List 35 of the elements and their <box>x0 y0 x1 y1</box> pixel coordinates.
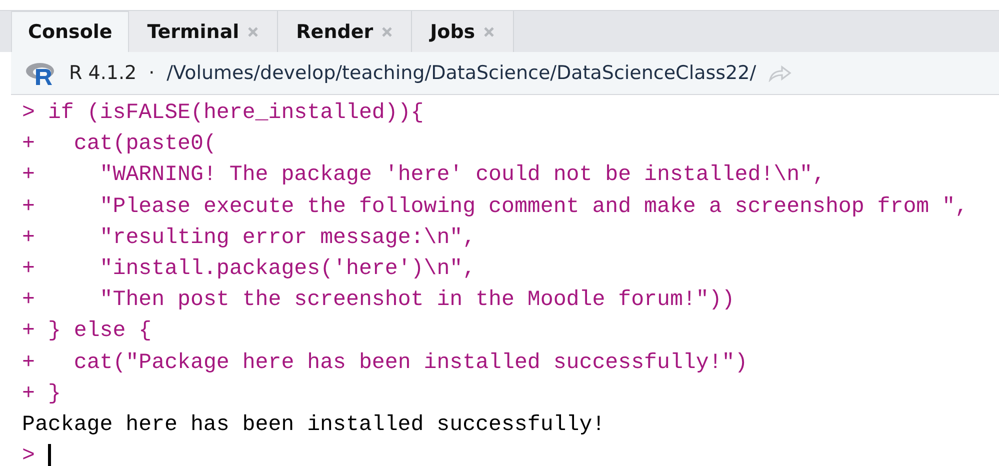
tab[interactable]: Render <box>278 11 412 52</box>
tab[interactable]: Terminal <box>129 11 278 52</box>
prompt: + <box>22 380 35 408</box>
close-icon[interactable] <box>247 26 260 38</box>
code-line: if (isFALSE(here_installed)){ <box>46 100 424 127</box>
code-line: "install.packages('here')\n", <box>98 256 476 283</box>
code-line: cat("Package here has been installed successfully!") <box>72 350 748 376</box>
close-icon[interactable] <box>381 26 394 38</box>
close-icon[interactable] <box>483 26 496 38</box>
output-line: Package here has been installed successfully! <box>22 412 606 439</box>
prompt: + <box>22 318 35 346</box>
prompt: + <box>22 131 35 158</box>
prompt: + <box>22 162 35 190</box>
r-logo-icon <box>25 61 57 85</box>
code-line: "WARNING! The package 'here' could not be installed!\n", <box>98 162 826 190</box>
tab[interactable]: Console <box>11 11 130 52</box>
prompt: + <box>22 256 35 283</box>
prompt: > <box>22 443 35 466</box>
r-version: R 4.1.2 <box>69 62 137 84</box>
prompt: + <box>22 350 35 376</box>
text-cursor <box>48 444 51 466</box>
prompt: + <box>22 224 35 252</box>
prompt: > <box>22 100 35 127</box>
separator: · <box>148 62 155 84</box>
working-directory: /Volumes/develop/teaching/DataScience/DataScienceClass22/ <box>166 62 756 84</box>
code-line: "resulting error message:\n", <box>98 224 476 252</box>
code-line: cat(paste0( <box>72 131 216 158</box>
code-line: "Please execute the following comment and make a screenshop from ", <box>98 194 968 221</box>
code-line: } else { <box>46 318 152 346</box>
prompt: + <box>22 194 35 221</box>
code-line: "Then post the screenshot in the Moodle forum!")) <box>98 287 735 314</box>
tab[interactable]: Jobs <box>412 11 514 52</box>
prompt: + <box>22 287 35 314</box>
code-line: } <box>46 380 61 408</box>
arrow-icon[interactable] <box>768 64 792 82</box>
